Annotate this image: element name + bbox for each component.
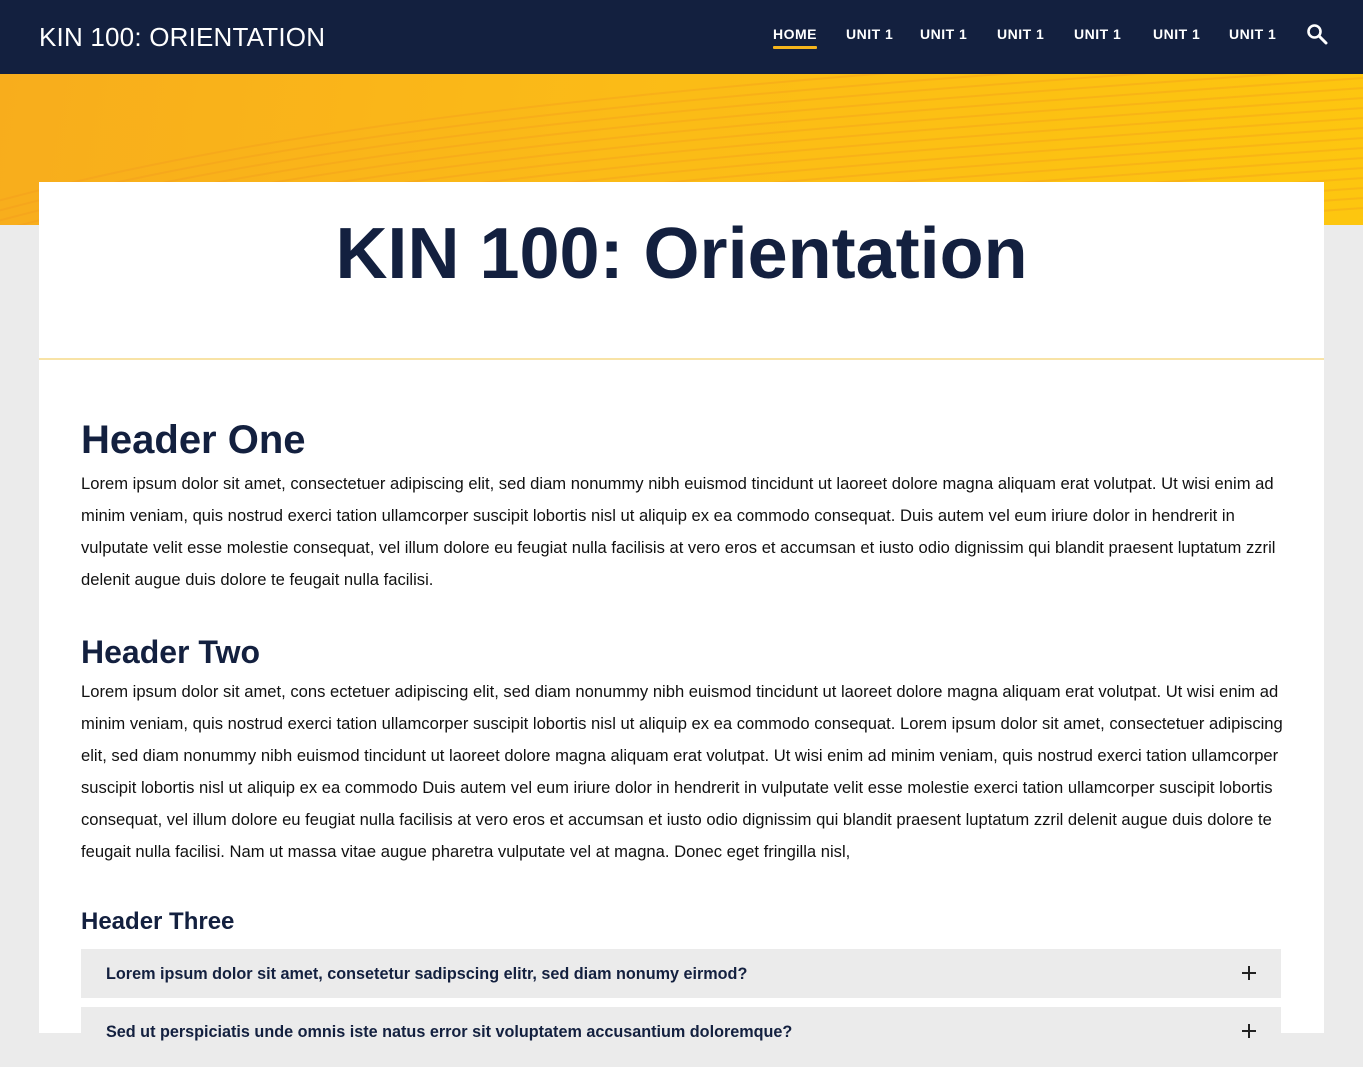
section-heading-two: Header Two xyxy=(81,634,260,670)
nav-item-unit-2[interactable]: UNIT 1 xyxy=(920,26,967,42)
nav-item-unit-3[interactable]: UNIT 1 xyxy=(997,26,1044,42)
top-nav-bar: KIN 100: ORIENTATION HOME UNIT 1 UNIT 1 … xyxy=(0,0,1363,74)
section-body-two: Lorem ipsum dolor sit amet, cons ectetue… xyxy=(81,682,1283,861)
accordion-question: Lorem ipsum dolor sit amet, consetetur s… xyxy=(106,965,748,983)
section-heading-one: Header One xyxy=(81,418,306,462)
search-icon[interactable] xyxy=(1306,23,1328,45)
page-title: KIN 100: Orientation xyxy=(335,214,1028,294)
nav-item-unit-6[interactable]: UNIT 1 xyxy=(1229,26,1276,42)
nav-item-unit-5[interactable]: UNIT 1 xyxy=(1153,26,1200,42)
accordion-item[interactable]: Sed ut perspiciatis unde omnis iste natu… xyxy=(81,1007,1281,1067)
accordion-question: Sed ut perspiciatis unde omnis iste natu… xyxy=(106,1023,793,1041)
plus-icon[interactable] xyxy=(1241,965,1257,981)
site-title[interactable]: KIN 100: ORIENTATION xyxy=(39,22,325,52)
accordion-item[interactable]: Lorem ipsum dolor sit amet, consetetur s… xyxy=(81,949,1281,998)
nav-item-unit-1[interactable]: UNIT 1 xyxy=(846,26,893,42)
section-heading-three: Header Three xyxy=(81,908,235,935)
content-card: KIN 100: Orientation Header One Lorem ip… xyxy=(39,182,1324,1067)
nav-item-home[interactable]: HOME xyxy=(773,26,817,49)
title-divider xyxy=(39,358,1324,360)
section-body-one: Lorem ipsum dolor sit amet, consectetuer… xyxy=(81,474,1276,589)
nav-item-unit-4[interactable]: UNIT 1 xyxy=(1074,26,1121,42)
plus-icon[interactable] xyxy=(1241,1023,1257,1039)
